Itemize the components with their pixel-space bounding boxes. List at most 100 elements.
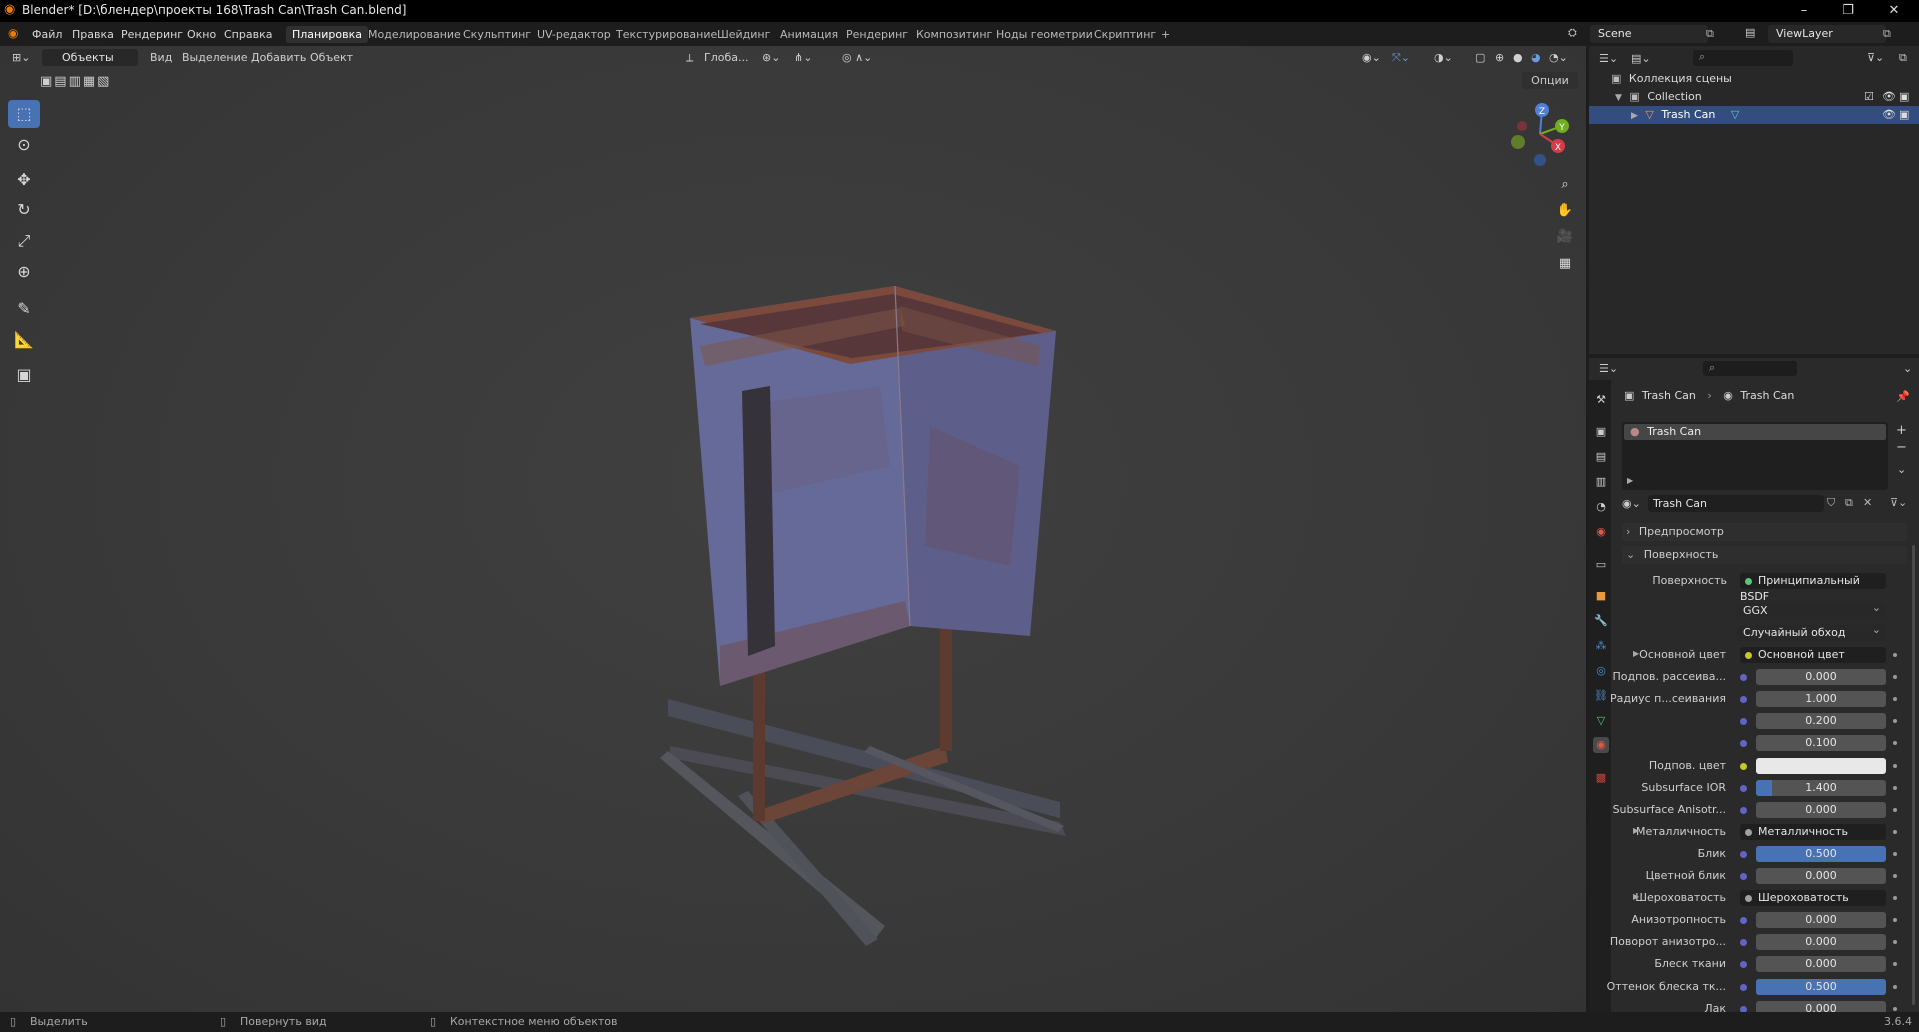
keyframe-dot-icon[interactable] <box>1893 653 1897 657</box>
new-view-layer-icon[interactable]: ⧉ <box>1883 27 1891 41</box>
keyframe-dot-icon[interactable] <box>1893 808 1897 812</box>
number-field[interactable]: 0.500 <box>1756 846 1886 862</box>
wireframe-shading-icon[interactable]: ⊕ <box>1495 51 1504 64</box>
tab-modeling[interactable]: Моделирование <box>362 26 467 43</box>
keyframe-dot-icon[interactable] <box>1893 719 1897 723</box>
tab-geometry-nodes[interactable]: Ноды геометрии <box>990 26 1099 43</box>
fake-user-icon[interactable]: ⛉ <box>1827 496 1835 510</box>
pivot-icon[interactable]: ⊛⌄ <box>762 51 780 64</box>
linked-input-field[interactable]: Металличность <box>1740 824 1886 840</box>
remove-slot-button[interactable]: − <box>1896 440 1907 455</box>
menu-object[interactable]: Объект <box>310 51 353 64</box>
material-browse-icon[interactable]: ◉⌄ <box>1622 497 1641 510</box>
xray-icon[interactable]: ▢ <box>1475 51 1485 64</box>
input-socket-icon[interactable] <box>1740 718 1747 725</box>
keyframe-dot-icon[interactable] <box>1893 764 1897 768</box>
rendered-shading-icon[interactable]: ◔⌄ <box>1549 51 1568 64</box>
keyframe-dot-icon[interactable] <box>1893 874 1897 878</box>
input-socket-icon[interactable] <box>1740 851 1747 858</box>
input-socket-icon[interactable] <box>1740 785 1747 792</box>
surface-section-header[interactable]: ⌄ Поверхность <box>1622 546 1907 564</box>
gizmo-toggle-icon[interactable]: ⤧⌄ <box>1392 51 1410 65</box>
add-slot-button[interactable]: + <box>1896 423 1907 438</box>
input-socket-icon[interactable] <box>1740 917 1747 924</box>
collapse-arrow-icon[interactable]: ▼ <box>1615 93 1622 103</box>
annotate-tool-icon[interactable]: ✎ <box>8 295 40 323</box>
linked-input-field[interactable]: Основной цвет <box>1740 647 1886 663</box>
keyframe-dot-icon[interactable] <box>1893 962 1897 966</box>
scale-tool-icon[interactable]: ⤢ <box>8 227 40 255</box>
outliner-editor-icon[interactable]: ☰⌄ <box>1599 52 1618 65</box>
number-field[interactable]: 0.000 <box>1756 912 1886 928</box>
trash-can-model[interactable] <box>0 46 1586 1012</box>
mode-selector[interactable]: Объекты <box>42 49 138 66</box>
perspective-grid-icon[interactable]: ▦ <box>1553 252 1577 276</box>
render-camera-icon[interactable]: ▣ <box>1899 88 1909 106</box>
number-field[interactable]: 0.000 <box>1756 802 1886 818</box>
object-render-icon[interactable]: ▣ <box>1899 106 1909 124</box>
select-box-tool-icon[interactable]: ⬚ <box>8 100 40 128</box>
tab-texture-paint[interactable]: Текстурирование <box>610 26 723 43</box>
scene-tab-icon[interactable]: ◔ <box>1593 499 1609 515</box>
keyframe-dot-icon[interactable] <box>1893 852 1897 856</box>
row-expand-arrow-icon[interactable]: ▶ <box>1633 826 1639 835</box>
tool-tab-icon[interactable]: ⚒ <box>1593 392 1609 408</box>
material-shading-icon[interactable]: ◕ <box>1531 51 1541 64</box>
modifiers-tab-icon[interactable]: 🔧 <box>1593 613 1609 629</box>
linked-input-field[interactable]: Шероховатость <box>1740 890 1886 906</box>
outliner-collection[interactable]: ▼ ▣ Collection ☑ 👁 ▣ <box>1589 88 1919 106</box>
overlays-icon[interactable]: ◑⌄ <box>1434 51 1453 64</box>
keyframe-dot-icon[interactable] <box>1893 830 1897 834</box>
transform-orientation[interactable]: Глоба... <box>704 51 748 64</box>
data-tab-icon[interactable]: ▽ <box>1593 713 1609 729</box>
input-socket-icon[interactable] <box>1740 984 1747 991</box>
distribution-dropdown[interactable]: GGX <box>1737 600 1886 619</box>
keyframe-dot-icon[interactable] <box>1893 697 1897 701</box>
move-tool-icon[interactable]: ✥ <box>8 166 40 194</box>
measure-tool-icon[interactable]: 📐 <box>8 326 40 354</box>
menu-render[interactable]: Рендеринг <box>121 28 183 41</box>
world-tab-icon[interactable]: ◉ <box>1593 524 1609 540</box>
link-icon[interactable]: ⊽⌄ <box>1890 496 1907 509</box>
tab-animation[interactable]: Анимация <box>774 26 844 43</box>
menu-add[interactable]: Добавить <box>251 51 306 64</box>
input-socket-icon[interactable] <box>1740 740 1747 747</box>
tab-sculpting[interactable]: Скульптинг <box>457 26 537 43</box>
menu-file[interactable]: Файл <box>32 28 62 41</box>
filter-icon[interactable]: ⊽⌄ <box>1867 51 1884 64</box>
input-socket-icon[interactable] <box>1740 763 1747 770</box>
properties-search-input[interactable]: ⌕ <box>1703 361 1797 376</box>
keyframe-dot-icon[interactable] <box>1893 918 1897 922</box>
output-tab-icon[interactable]: ▤ <box>1593 449 1609 465</box>
keyframe-dot-icon[interactable] <box>1893 786 1897 790</box>
new-collection-icon[interactable]: ⧉ <box>1899 51 1907 65</box>
properties-editor-icon[interactable]: ☰⌄ <box>1599 362 1618 375</box>
menu-view[interactable]: Вид <box>150 51 172 64</box>
number-field[interactable]: 0.200 <box>1756 713 1886 729</box>
visibility-icon[interactable]: ◉⌄ <box>1362 51 1381 64</box>
slot-expand-arrow-icon[interactable]: ▶ <box>1627 476 1633 485</box>
slot-specials-icon[interactable]: ⌄ <box>1897 463 1906 476</box>
input-socket-icon[interactable] <box>1740 961 1747 968</box>
solid-shading-icon[interactable]: ● <box>1513 51 1523 64</box>
outliner-object-trash-can[interactable]: ▶ ▽ Trash Can ▽ 👁 ▣ <box>1589 106 1919 124</box>
3d-viewport[interactable] <box>0 46 1586 1012</box>
material-slot-row[interactable]: ● Trash Can <box>1624 424 1886 440</box>
menu-select[interactable]: Выделение <box>182 51 248 64</box>
proportional-edit-icon[interactable]: ◎ ∧⌄ <box>842 51 872 64</box>
subsurface-method-dropdown[interactable]: Случайный обход <box>1737 622 1886 641</box>
input-socket-icon[interactable] <box>1740 696 1747 703</box>
row-expand-arrow-icon[interactable]: ▶ <box>1633 892 1639 901</box>
keyframe-dot-icon[interactable] <box>1893 940 1897 944</box>
transform-orientation-icon[interactable]: ⟂ <box>686 51 693 65</box>
number-field[interactable]: 0.000 <box>1756 956 1886 972</box>
blender-menu-icon[interactable]: ◉ <box>8 26 18 40</box>
material-name-field[interactable]: Trash Can <box>1648 495 1824 512</box>
select-mode-icons[interactable]: ▣▤▥▦▧ <box>40 74 111 89</box>
number-field[interactable]: 0.000 <box>1756 934 1886 950</box>
keyframe-dot-icon[interactable] <box>1893 896 1897 900</box>
object-eye-icon[interactable]: 👁 <box>1882 106 1896 124</box>
editor-type-icon[interactable]: ⊞⌄ <box>12 51 30 64</box>
outliner-scene-collection[interactable]: ▣ Коллекция сцены <box>1589 70 1919 88</box>
outliner-search-input[interactable]: ⌕ <box>1693 50 1793 66</box>
